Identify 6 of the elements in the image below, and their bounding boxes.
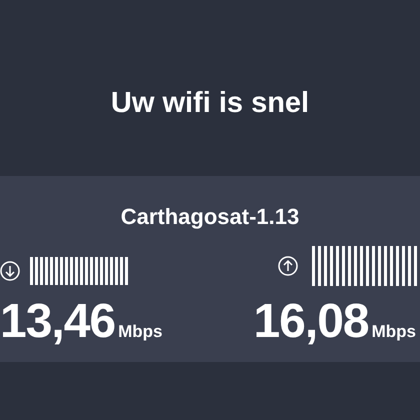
speed-value: 13,46 (0, 294, 116, 349)
speed-unit: Mbps (118, 322, 163, 342)
speed-unit: Mbps (372, 322, 416, 342)
speed-value: 16,08 (253, 294, 369, 349)
network-name: Carthagosat-1.13 (120, 204, 300, 230)
headline: Uw wifi is snel (110, 86, 310, 120)
